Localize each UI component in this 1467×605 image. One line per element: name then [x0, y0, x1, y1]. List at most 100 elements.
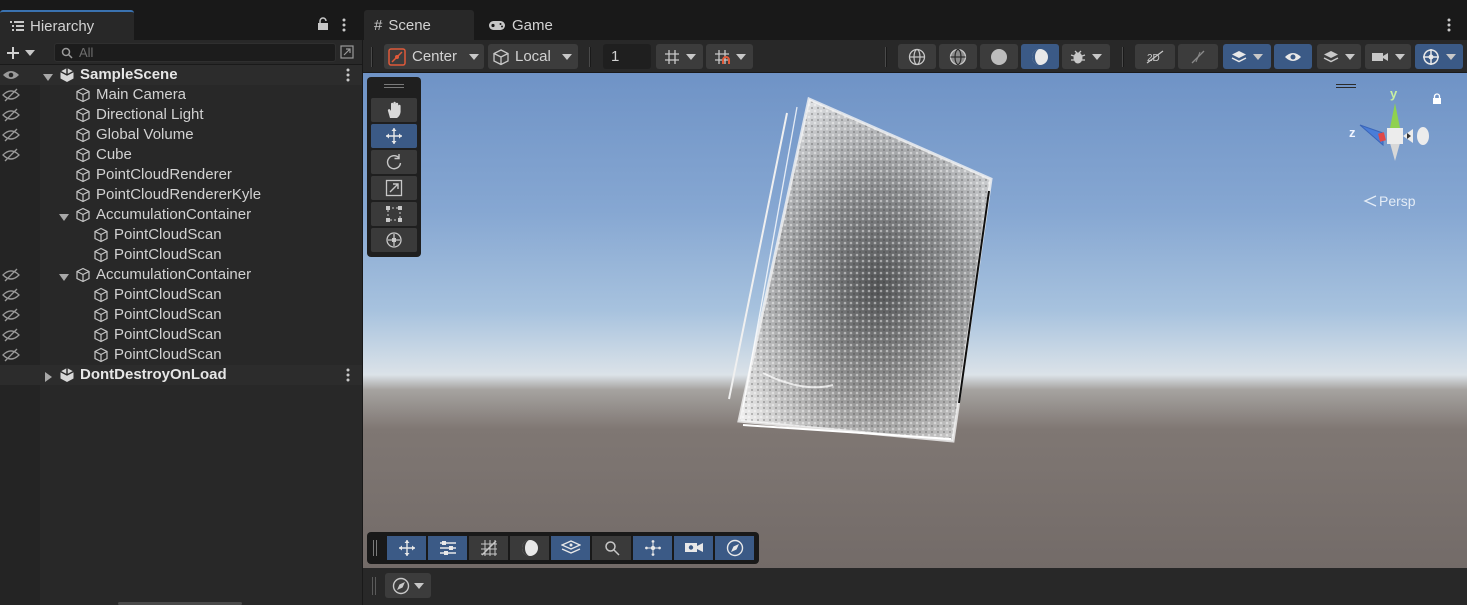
expand-arrow-down-icon[interactable]: [58, 270, 70, 282]
hierarchy-row[interactable]: Directional Light: [0, 105, 362, 125]
expand-arrow-right-icon[interactable]: [42, 370, 54, 382]
hierarchy-scene-row[interactable]: SampleScene: [0, 65, 362, 85]
overlay-grid-snap-button[interactable]: [469, 536, 508, 560]
overlay-move-button[interactable]: [387, 536, 426, 560]
visibility-hidden-icon[interactable]: [2, 108, 20, 122]
toggle-lighting-button[interactable]: [1178, 44, 1218, 69]
hand-tool-button[interactable]: [371, 98, 417, 122]
scene-menu-kebab-icon[interactable]: [346, 368, 352, 382]
hierarchy-row-label: SampleScene: [80, 66, 178, 83]
hierarchy-row[interactable]: PointCloudScan: [0, 225, 362, 245]
pivot-mode-label: Center: [412, 48, 458, 65]
overlay-navigation-button[interactable]: [715, 536, 754, 560]
unity-scene-icon: [59, 367, 75, 383]
visibility-hidden-icon[interactable]: [2, 348, 20, 362]
overlay-tool-settings-button[interactable]: [428, 536, 467, 560]
tab-game[interactable]: Game: [478, 10, 578, 40]
scale-tool-button[interactable]: [371, 176, 417, 200]
lock-icon[interactable]: [317, 17, 329, 31]
hierarchy-row[interactable]: PointCloudScan: [0, 325, 362, 345]
grid-visibility-dropdown[interactable]: [656, 44, 703, 69]
expand-arrow-down-icon[interactable]: [58, 210, 70, 222]
pivot-mode-dropdown[interactable]: Center: [384, 44, 484, 69]
gameobject-cube-icon: [75, 187, 91, 203]
toolbar-separator: [1122, 47, 1124, 67]
compass-icon: [392, 577, 410, 594]
plus-icon: [7, 46, 19, 59]
hierarchy-row[interactable]: PointCloudScan: [0, 245, 362, 265]
visibility-hidden-icon[interactable]: [2, 268, 20, 282]
rotate-tool-button[interactable]: [371, 150, 417, 174]
expand-arrow-down-icon[interactable]: [42, 70, 54, 82]
projection-toggle[interactable]: Persp: [1363, 193, 1416, 209]
hierarchy-scene-row[interactable]: DontDestroyOnLoad: [0, 365, 362, 385]
hierarchy-row[interactable]: PointCloudRenderer: [0, 165, 362, 185]
visibility-hidden-icon[interactable]: [2, 328, 20, 342]
gizmos-dropdown[interactable]: [1415, 44, 1463, 69]
overlay-search-button[interactable]: [592, 536, 631, 560]
search-placeholder: All: [79, 45, 94, 60]
scene-visibility-button[interactable]: [1274, 44, 1312, 69]
scene-viewport[interactable]: y z Persp: [363, 73, 1467, 568]
camera-settings-dropdown[interactable]: [1365, 44, 1411, 69]
transform-tool-button[interactable]: [371, 228, 417, 252]
layers-grid-icon: [560, 540, 581, 554]
move-tool-button[interactable]: [371, 124, 417, 148]
scene-menu-kebab-icon[interactable]: [346, 68, 352, 82]
visibility-hidden-icon[interactable]: [2, 88, 20, 102]
perspective-icon: [1363, 195, 1377, 207]
hierarchy-row[interactable]: Main Camera: [0, 85, 362, 105]
search-expand-button[interactable]: [338, 43, 356, 61]
gameobject-cube-icon: [93, 287, 109, 303]
toolbar-separator: [885, 47, 887, 67]
rect-tool-button[interactable]: [371, 202, 417, 226]
layers-dropdown[interactable]: [1317, 44, 1361, 69]
visibility-hidden-icon[interactable]: [2, 288, 20, 302]
grid-snapping-dropdown[interactable]: [706, 44, 753, 69]
rect-transform-icon: [386, 206, 402, 222]
hierarchy-row[interactable]: Cube: [0, 145, 362, 165]
navigation-dropdown[interactable]: [385, 573, 431, 598]
overlay-orientation-button[interactable]: [551, 536, 590, 560]
palette-grip[interactable]: [384, 84, 404, 88]
gameobject-cube-icon: [75, 127, 91, 143]
shaded-mode-button[interactable]: [980, 44, 1018, 69]
hierarchy-row[interactable]: Global Volume: [0, 125, 362, 145]
hierarchy-search-input[interactable]: All: [54, 43, 336, 62]
expand-window-icon: [340, 45, 354, 59]
shaded-wireframe-mode-button[interactable]: [939, 44, 977, 69]
hierarchy-row[interactable]: AccumulationContainer: [0, 265, 362, 285]
hierarchy-row[interactable]: PointCloudScan: [0, 345, 362, 365]
hierarchy-row[interactable]: PointCloudScan: [0, 305, 362, 325]
wireframe-mode-button[interactable]: [898, 44, 936, 69]
hierarchy-menu-kebab-icon[interactable]: [342, 18, 346, 32]
hierarchy-row-label: PointCloudRenderer: [96, 166, 232, 183]
debug-draw-mode-dropdown[interactable]: [1062, 44, 1110, 69]
visibility-hidden-icon[interactable]: [2, 128, 20, 142]
2d-off-icon: 2D: [1146, 50, 1164, 64]
pivot-rotation-dropdown[interactable]: Local: [488, 44, 578, 69]
gameobject-cube-icon: [93, 247, 109, 263]
scene-menu-kebab-icon[interactable]: [1447, 18, 1451, 32]
overlay-lighting-button[interactable]: [510, 536, 549, 560]
chevron-down-icon: [469, 53, 480, 60]
hierarchy-row[interactable]: AccumulationContainer: [0, 205, 362, 225]
create-button[interactable]: [6, 43, 42, 62]
visibility-hidden-icon[interactable]: [2, 308, 20, 322]
footer-grip[interactable]: [372, 577, 376, 595]
tab-scene[interactable]: # Scene: [364, 10, 474, 40]
visibility-hidden-icon[interactable]: [2, 148, 20, 162]
eye-icon: [1285, 52, 1301, 61]
hierarchy-row[interactable]: PointCloudScan: [0, 285, 362, 305]
visibility-eye-icon[interactable]: [2, 68, 20, 82]
grid-snap-value-input[interactable]: 1: [603, 44, 651, 69]
unlit-mode-button[interactable]: [1021, 44, 1059, 69]
scene-fx-dropdown[interactable]: [1223, 44, 1271, 69]
toggle-2d-button[interactable]: 2D: [1135, 44, 1175, 69]
overlay-particles-button[interactable]: [633, 536, 672, 560]
overlay-cameras-button[interactable]: [674, 536, 713, 560]
overlay-grip[interactable]: [373, 540, 377, 556]
gameobject-cube-icon: [75, 147, 91, 163]
tab-hierarchy[interactable]: Hierarchy: [0, 10, 134, 40]
hierarchy-row[interactable]: PointCloudRendererKyle: [0, 185, 362, 205]
